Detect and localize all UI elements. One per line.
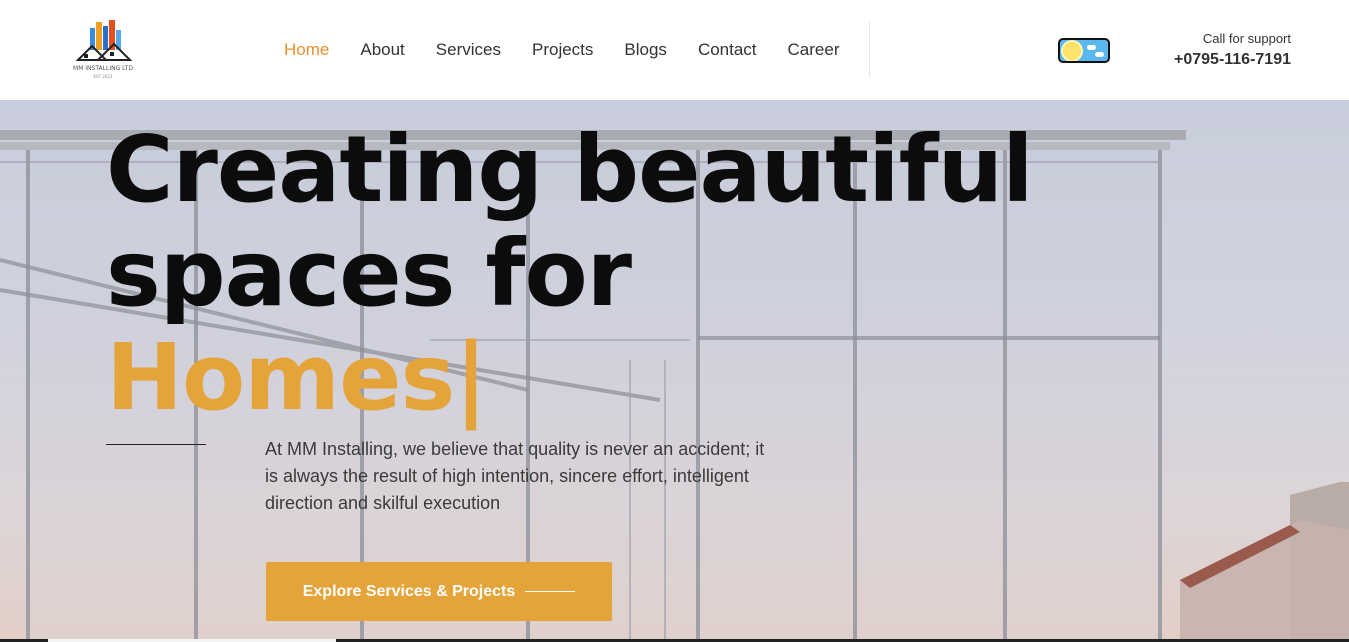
cloud-icon: [1095, 52, 1104, 57]
svg-text:EST 2023: EST 2023: [94, 74, 113, 79]
nav-services[interactable]: Services: [436, 38, 501, 62]
arrow-line-icon: [525, 591, 576, 592]
house-skyline-logo-icon: MM INSTALLING LTD EST 2023: [73, 20, 133, 79]
hero-divider: [106, 444, 206, 445]
hero-section: Creating beautiful spaces for Homes| At …: [0, 100, 1349, 642]
support-label: Call for support: [1202, 31, 1291, 46]
sun-icon: [1063, 42, 1081, 60]
company-logo[interactable]: MM INSTALLING LTD EST 2023: [70, 18, 136, 82]
nav-career[interactable]: Career: [788, 38, 840, 62]
support-phone-link[interactable]: +0795-116-7191: [1174, 51, 1291, 69]
main-nav: Home About Services Projects Blogs Conta…: [284, 38, 871, 62]
site-header: MM INSTALLING LTD EST 2023 Home About Se…: [0, 0, 1349, 100]
hero-title: Creating beautiful spaces for Homes|: [106, 116, 1034, 431]
explore-services-projects-button[interactable]: Explore Services & Projects: [266, 562, 612, 621]
svg-text:MM INSTALLING LTD: MM INSTALLING LTD: [73, 65, 133, 72]
hero-title-line2: spaces for: [106, 220, 632, 327]
nav-contact[interactable]: Contact: [698, 38, 757, 62]
cloud-icon: [1087, 45, 1096, 50]
nav-about[interactable]: About: [360, 38, 404, 62]
nav-home[interactable]: Home: [284, 38, 329, 62]
theme-toggle[interactable]: [1058, 38, 1110, 63]
hero-title-accent: Homes|: [106, 324, 488, 431]
nav-projects[interactable]: Projects: [532, 38, 593, 62]
nav-divider: [869, 22, 870, 78]
cta-label: Explore Services & Projects: [302, 582, 516, 600]
hero-title-line1: Creating beautiful: [106, 116, 1034, 223]
nav-blogs[interactable]: Blogs: [624, 38, 667, 62]
hero-description: At MM Installing, we believe that qualit…: [265, 439, 765, 513]
